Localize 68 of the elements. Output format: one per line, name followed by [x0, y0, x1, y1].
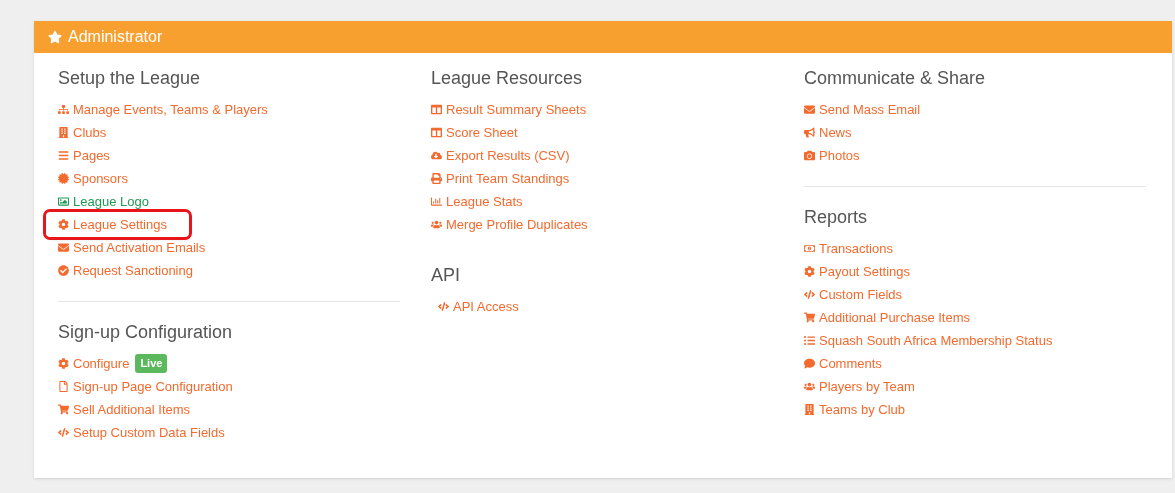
- admin-link[interactable]: Sponsors: [73, 168, 128, 189]
- section-heading: Communicate & Share: [804, 67, 987, 89]
- section-heading: Sign-up Configuration: [58, 321, 234, 343]
- gear-icon: [58, 219, 69, 230]
- admin-link[interactable]: Configure: [73, 353, 130, 374]
- admin-link[interactable]: Transactions: [819, 238, 893, 259]
- columns-icon: [431, 127, 442, 138]
- admin-link[interactable]: Comments: [819, 353, 882, 374]
- code-icon: [58, 427, 69, 438]
- admin-link[interactable]: Setup Custom Data Fields: [73, 422, 225, 443]
- users-icon: [804, 381, 815, 392]
- admin-link[interactable]: League Settings: [73, 214, 167, 235]
- users-icon: [431, 219, 442, 230]
- envelope-icon: [804, 104, 815, 115]
- admin-link[interactable]: Send Activation Emails: [73, 237, 206, 258]
- admin-link[interactable]: Export Results (CSV): [446, 145, 570, 166]
- section-heading: Reports: [804, 206, 869, 228]
- admin-link[interactable]: Sell Additional Items: [73, 399, 191, 420]
- section-heading: API: [431, 264, 461, 286]
- printer-icon: [431, 173, 442, 184]
- admin-link[interactable]: Squash South Africa Membership Status: [819, 330, 1053, 351]
- badge-icon: [58, 173, 69, 184]
- admin-link[interactable]: API Access: [453, 296, 519, 317]
- camera-icon: [804, 150, 815, 161]
- building-icon: [804, 404, 815, 415]
- columns-icon: [431, 104, 442, 115]
- gear-icon: [58, 358, 69, 369]
- bar-chart-icon: [431, 196, 442, 207]
- image-icon: [58, 196, 69, 207]
- list-icon: [58, 150, 69, 161]
- money-icon: [804, 243, 815, 254]
- star-icon: [48, 30, 62, 44]
- admin-link[interactable]: Pages: [73, 145, 110, 166]
- admin-link[interactable]: Manage Events, Teams & Players: [73, 99, 268, 120]
- section-heading: Setup the League: [58, 67, 202, 89]
- admin-link[interactable]: Additional Purchase Items: [819, 307, 971, 328]
- admin-link[interactable]: Players by Team: [819, 376, 915, 397]
- section-heading: League Resources: [431, 67, 584, 89]
- admin-link[interactable]: Payout Settings: [819, 261, 911, 282]
- comment-icon: [804, 358, 815, 369]
- admin-link[interactable]: Request Sanctioning: [73, 260, 193, 281]
- admin-link[interactable]: Sign-up Page Configuration: [73, 376, 233, 397]
- code-icon: [804, 289, 815, 300]
- admin-link[interactable]: News: [819, 122, 852, 143]
- admin-link[interactable]: Clubs: [73, 122, 107, 143]
- sitemap-icon: [58, 104, 69, 115]
- megaphone-icon: [804, 127, 815, 138]
- admin-link[interactable]: League Stats: [446, 191, 523, 212]
- admin-link[interactable]: Score Sheet: [446, 122, 518, 143]
- list-icon: [804, 335, 815, 346]
- gear-icon: [804, 266, 815, 277]
- status-badge: Live: [135, 354, 168, 373]
- cloud-download-icon: [431, 150, 442, 161]
- admin-link[interactable]: Result Summary Sheets: [446, 99, 587, 120]
- admin-link[interactable]: Send Mass Email: [819, 99, 921, 120]
- admin-link[interactable]: Merge Profile Duplicates: [446, 214, 588, 235]
- admin-link[interactable]: Custom Fields: [819, 284, 903, 305]
- code-icon: [438, 301, 449, 312]
- building-icon: [58, 127, 69, 138]
- admin-link[interactable]: Photos: [819, 145, 860, 166]
- panel-title: Administrator: [68, 27, 163, 47]
- admin-link[interactable]: Teams by Club: [819, 399, 905, 420]
- envelope-icon: [58, 242, 69, 253]
- cart-icon: [58, 404, 69, 415]
- admin-link[interactable]: Print Team Standings: [446, 168, 570, 189]
- cart-icon: [804, 312, 815, 323]
- admin-link[interactable]: League Logo: [73, 191, 149, 212]
- file-icon: [58, 381, 69, 392]
